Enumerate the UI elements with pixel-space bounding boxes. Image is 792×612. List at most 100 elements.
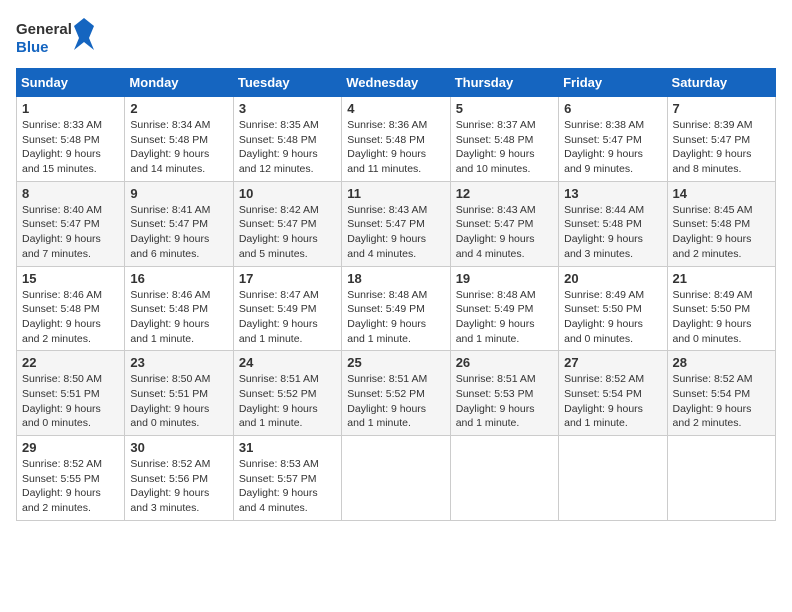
day-info: Sunrise: 8:52 AM Sunset: 5:54 PM Dayligh… <box>564 372 661 431</box>
day-info: Sunrise: 8:38 AM Sunset: 5:47 PM Dayligh… <box>564 118 661 177</box>
day-number: 1 <box>22 101 119 116</box>
day-cell: 31 Sunrise: 8:53 AM Sunset: 5:57 PM Dayl… <box>233 436 341 521</box>
day-number: 26 <box>456 355 553 370</box>
day-cell: 9 Sunrise: 8:41 AM Sunset: 5:47 PM Dayli… <box>125 181 233 266</box>
day-info: Sunrise: 8:33 AM Sunset: 5:48 PM Dayligh… <box>22 118 119 177</box>
day-cell: 15 Sunrise: 8:46 AM Sunset: 5:48 PM Dayl… <box>17 266 125 351</box>
day-number: 29 <box>22 440 119 455</box>
svg-text:Blue: Blue <box>16 39 49 56</box>
day-number: 19 <box>456 271 553 286</box>
day-info: Sunrise: 8:45 AM Sunset: 5:48 PM Dayligh… <box>673 203 770 262</box>
day-cell: 16 Sunrise: 8:46 AM Sunset: 5:48 PM Dayl… <box>125 266 233 351</box>
day-number: 24 <box>239 355 336 370</box>
day-cell: 25 Sunrise: 8:51 AM Sunset: 5:52 PM Dayl… <box>342 351 450 436</box>
day-number: 25 <box>347 355 444 370</box>
day-cell <box>342 436 450 521</box>
day-number: 4 <box>347 101 444 116</box>
week-row-4: 22 Sunrise: 8:50 AM Sunset: 5:51 PM Dayl… <box>17 351 776 436</box>
day-number: 11 <box>347 186 444 201</box>
day-cell: 2 Sunrise: 8:34 AM Sunset: 5:48 PM Dayli… <box>125 97 233 182</box>
day-cell: 23 Sunrise: 8:50 AM Sunset: 5:51 PM Dayl… <box>125 351 233 436</box>
day-cell: 28 Sunrise: 8:52 AM Sunset: 5:54 PM Dayl… <box>667 351 775 436</box>
day-info: Sunrise: 8:51 AM Sunset: 5:52 PM Dayligh… <box>239 372 336 431</box>
day-info: Sunrise: 8:40 AM Sunset: 5:47 PM Dayligh… <box>22 203 119 262</box>
day-cell: 26 Sunrise: 8:51 AM Sunset: 5:53 PM Dayl… <box>450 351 558 436</box>
day-info: Sunrise: 8:46 AM Sunset: 5:48 PM Dayligh… <box>22 288 119 347</box>
day-info: Sunrise: 8:41 AM Sunset: 5:47 PM Dayligh… <box>130 203 227 262</box>
week-row-2: 8 Sunrise: 8:40 AM Sunset: 5:47 PM Dayli… <box>17 181 776 266</box>
day-cell: 5 Sunrise: 8:37 AM Sunset: 5:48 PM Dayli… <box>450 97 558 182</box>
day-cell: 14 Sunrise: 8:45 AM Sunset: 5:48 PM Dayl… <box>667 181 775 266</box>
day-info: Sunrise: 8:36 AM Sunset: 5:48 PM Dayligh… <box>347 118 444 177</box>
day-number: 21 <box>673 271 770 286</box>
day-number: 30 <box>130 440 227 455</box>
day-number: 5 <box>456 101 553 116</box>
day-info: Sunrise: 8:34 AM Sunset: 5:48 PM Dayligh… <box>130 118 227 177</box>
header-row: SundayMondayTuesdayWednesdayThursdayFrid… <box>17 69 776 97</box>
day-cell: 27 Sunrise: 8:52 AM Sunset: 5:54 PM Dayl… <box>559 351 667 436</box>
week-row-1: 1 Sunrise: 8:33 AM Sunset: 5:48 PM Dayli… <box>17 97 776 182</box>
day-cell <box>450 436 558 521</box>
header-cell-monday: Monday <box>125 69 233 97</box>
day-cell: 10 Sunrise: 8:42 AM Sunset: 5:47 PM Dayl… <box>233 181 341 266</box>
day-info: Sunrise: 8:48 AM Sunset: 5:49 PM Dayligh… <box>456 288 553 347</box>
day-cell: 22 Sunrise: 8:50 AM Sunset: 5:51 PM Dayl… <box>17 351 125 436</box>
day-info: Sunrise: 8:48 AM Sunset: 5:49 PM Dayligh… <box>347 288 444 347</box>
day-info: Sunrise: 8:49 AM Sunset: 5:50 PM Dayligh… <box>564 288 661 347</box>
day-cell: 8 Sunrise: 8:40 AM Sunset: 5:47 PM Dayli… <box>17 181 125 266</box>
header-cell-saturday: Saturday <box>667 69 775 97</box>
week-row-5: 29 Sunrise: 8:52 AM Sunset: 5:55 PM Dayl… <box>17 436 776 521</box>
header-cell-thursday: Thursday <box>450 69 558 97</box>
day-cell: 7 Sunrise: 8:39 AM Sunset: 5:47 PM Dayli… <box>667 97 775 182</box>
day-cell: 11 Sunrise: 8:43 AM Sunset: 5:47 PM Dayl… <box>342 181 450 266</box>
day-info: Sunrise: 8:52 AM Sunset: 5:55 PM Dayligh… <box>22 457 119 516</box>
day-cell: 3 Sunrise: 8:35 AM Sunset: 5:48 PM Dayli… <box>233 97 341 182</box>
day-number: 23 <box>130 355 227 370</box>
logo-svg: General Blue <box>16 16 96 60</box>
day-cell: 20 Sunrise: 8:49 AM Sunset: 5:50 PM Dayl… <box>559 266 667 351</box>
day-info: Sunrise: 8:47 AM Sunset: 5:49 PM Dayligh… <box>239 288 336 347</box>
day-info: Sunrise: 8:43 AM Sunset: 5:47 PM Dayligh… <box>456 203 553 262</box>
day-info: Sunrise: 8:35 AM Sunset: 5:48 PM Dayligh… <box>239 118 336 177</box>
day-number: 7 <box>673 101 770 116</box>
day-info: Sunrise: 8:52 AM Sunset: 5:54 PM Dayligh… <box>673 372 770 431</box>
header-cell-tuesday: Tuesday <box>233 69 341 97</box>
day-info: Sunrise: 8:52 AM Sunset: 5:56 PM Dayligh… <box>130 457 227 516</box>
day-cell: 29 Sunrise: 8:52 AM Sunset: 5:55 PM Dayl… <box>17 436 125 521</box>
header-cell-sunday: Sunday <box>17 69 125 97</box>
day-number: 2 <box>130 101 227 116</box>
day-cell: 4 Sunrise: 8:36 AM Sunset: 5:48 PM Dayli… <box>342 97 450 182</box>
day-info: Sunrise: 8:51 AM Sunset: 5:52 PM Dayligh… <box>347 372 444 431</box>
day-number: 16 <box>130 271 227 286</box>
logo: General Blue <box>16 16 96 60</box>
day-number: 28 <box>673 355 770 370</box>
day-number: 12 <box>456 186 553 201</box>
day-info: Sunrise: 8:39 AM Sunset: 5:47 PM Dayligh… <box>673 118 770 177</box>
svg-text:General: General <box>16 21 72 38</box>
day-info: Sunrise: 8:51 AM Sunset: 5:53 PM Dayligh… <box>456 372 553 431</box>
day-cell: 6 Sunrise: 8:38 AM Sunset: 5:47 PM Dayli… <box>559 97 667 182</box>
day-number: 18 <box>347 271 444 286</box>
day-cell: 19 Sunrise: 8:48 AM Sunset: 5:49 PM Dayl… <box>450 266 558 351</box>
day-number: 17 <box>239 271 336 286</box>
day-cell: 21 Sunrise: 8:49 AM Sunset: 5:50 PM Dayl… <box>667 266 775 351</box>
day-info: Sunrise: 8:44 AM Sunset: 5:48 PM Dayligh… <box>564 203 661 262</box>
day-number: 10 <box>239 186 336 201</box>
day-cell: 12 Sunrise: 8:43 AM Sunset: 5:47 PM Dayl… <box>450 181 558 266</box>
day-number: 20 <box>564 271 661 286</box>
day-cell: 30 Sunrise: 8:52 AM Sunset: 5:56 PM Dayl… <box>125 436 233 521</box>
calendar-table: SundayMondayTuesdayWednesdayThursdayFrid… <box>16 68 776 521</box>
day-cell: 17 Sunrise: 8:47 AM Sunset: 5:49 PM Dayl… <box>233 266 341 351</box>
day-info: Sunrise: 8:46 AM Sunset: 5:48 PM Dayligh… <box>130 288 227 347</box>
day-info: Sunrise: 8:49 AM Sunset: 5:50 PM Dayligh… <box>673 288 770 347</box>
day-cell: 24 Sunrise: 8:51 AM Sunset: 5:52 PM Dayl… <box>233 351 341 436</box>
day-number: 14 <box>673 186 770 201</box>
day-number: 22 <box>22 355 119 370</box>
day-number: 13 <box>564 186 661 201</box>
day-cell <box>559 436 667 521</box>
day-number: 31 <box>239 440 336 455</box>
day-cell: 13 Sunrise: 8:44 AM Sunset: 5:48 PM Dayl… <box>559 181 667 266</box>
header-cell-friday: Friday <box>559 69 667 97</box>
day-info: Sunrise: 8:43 AM Sunset: 5:47 PM Dayligh… <box>347 203 444 262</box>
day-number: 3 <box>239 101 336 116</box>
